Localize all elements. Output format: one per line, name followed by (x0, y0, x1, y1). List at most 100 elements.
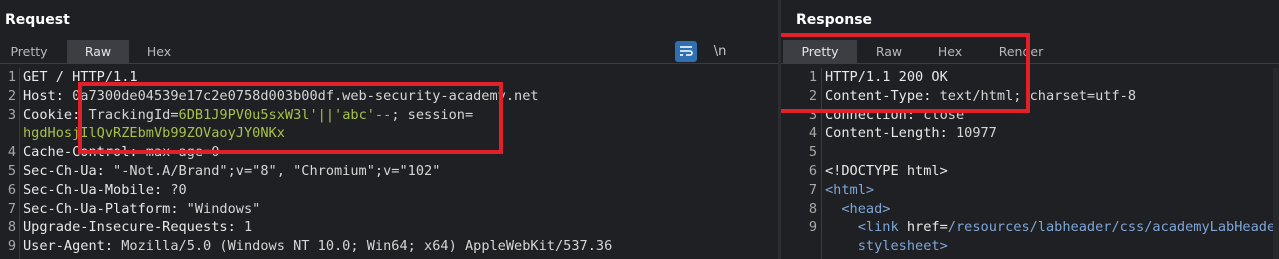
header-name: Upgrade-Insecure-Requests: (23, 219, 236, 236)
code-line: 3 Cookie: TrackingId=6DB1J9PV0u5sxW3l'||'… (0, 106, 778, 125)
line-number: 5 (7, 162, 16, 179)
code-line: 4 Cache-Control: max-age=0 (0, 143, 778, 162)
cookie-value: hgdHosjIlQvRZEbmVb99ZOVaoyJY0NKx (23, 125, 285, 142)
header-name: User-Agent: (23, 238, 114, 255)
code-line: 4 Content-Length: 10977 (781, 124, 1279, 143)
line-number: 8 (808, 200, 817, 217)
tab-pretty[interactable]: Pretty (0, 40, 58, 64)
html-tag: <head> (841, 200, 891, 217)
wrap-lines-icon[interactable] (675, 41, 697, 62)
header-name: Content-Length: (825, 125, 948, 142)
html-attr-value: /resources/labheader/css/academyLabHeade… (947, 219, 1279, 236)
line-content: <html> (825, 181, 874, 200)
header-value: 1 (235, 219, 253, 236)
code-line: 1 GET / HTTP/1.1 (0, 68, 778, 87)
line-content: Sec-Ch-Ua-Mobile: ?0 (23, 181, 187, 200)
line-content: <link href=/resources/labheader/css/acad… (825, 218, 1279, 237)
header-value: 0a7300de04539e17c2e0758d003b00df.web-sec… (63, 87, 539, 104)
line-number: 2 (7, 87, 16, 104)
request-title: Request (5, 12, 70, 28)
header-value-tail: ; session= (391, 106, 474, 123)
line-number: 9 (7, 238, 16, 255)
response-title: Response (796, 12, 873, 28)
line-text: GET / HTTP/1.1 (23, 69, 138, 85)
line-number: 4 (7, 144, 16, 161)
header-value: "Windows" (178, 200, 261, 217)
code-line: 1 HTTP/1.1 200 OK (781, 68, 1279, 87)
line-content: GET / HTTP/1.1 (23, 68, 138, 87)
header-name: Sec-Ch-Ua-Mobile: (23, 181, 163, 198)
request-tabbar: Pretty Raw Hex (0, 40, 778, 64)
code-line: 6 <!DOCTYPE html> (781, 162, 1279, 181)
header-name: Content-Type: (825, 87, 932, 104)
header-name: Cache-Control: (23, 144, 138, 161)
html-attr: href= (898, 219, 948, 236)
code-line: 7 <html> (781, 181, 1279, 200)
line-number: 8 (7, 219, 16, 236)
request-editor[interactable]: 1 GET / HTTP/1.1 2 Host: 0a7300de04539e17c2… (0, 68, 778, 259)
html-tag: <link (857, 219, 899, 236)
line-content: Connection: close (825, 106, 964, 125)
code-line: hgdHosjIlQvRZEbmVb99ZOVaoyJY0NKx (0, 124, 778, 143)
header-value: text/html; charset=utf-8 (931, 87, 1137, 104)
line-text: HTTP/1.1 200 OK (825, 69, 948, 85)
header-value: close (915, 106, 965, 123)
line-number: 1 (808, 69, 817, 85)
line-content: Content-Length: 10977 (825, 124, 997, 143)
line-text: <!DOCTYPE html> (825, 162, 948, 179)
line-number: 7 (7, 200, 16, 217)
code-line: 9 <link href=/resources/labheader/css/ac… (781, 218, 1279, 237)
tab-pretty[interactable]: Pretty (783, 40, 857, 64)
header-value: Mozilla/5.0 (Windows NT 10.0; Win64; x64… (113, 238, 613, 255)
header-value: max-age=0 (137, 144, 220, 161)
tab-raw[interactable]: Raw (859, 40, 919, 64)
line-content: HTTP/1.1 200 OK (825, 68, 948, 87)
show-newlines-button[interactable]: \n (709, 41, 731, 62)
code-line: 9 User-Agent: Mozilla/5.0 (Windows NT 10.… (0, 237, 778, 256)
tab-raw[interactable]: Raw (67, 40, 129, 64)
line-content: Upgrade-Insecure-Requests: 1 (23, 218, 252, 237)
code-line: 2 Host: 0a7300de04539e17c2e0758d003b00df.… (0, 87, 778, 106)
code-line: 6 Sec-Ch-Ua-Mobile: ?0 (0, 181, 778, 200)
line-content: hgdHosjIlQvRZEbmVb99ZOVaoyJY0NKx (23, 124, 285, 143)
code-line: 2 Content-Type: text/html; charset=utf-8 (781, 87, 1279, 106)
line-content: Host: 0a7300de04539e17c2e0758d003b00df.w… (23, 87, 539, 106)
code-line: stylesheet> (781, 237, 1279, 256)
request-pane: Request Pretty Raw Hex \n 1 GET / HTTP/1.… (0, 0, 778, 259)
code-line: 7 Sec-Ch-Ua-Platform: "Windows" (0, 200, 778, 219)
response-editor[interactable]: 1 HTTP/1.1 200 OK 2 Content-Type: text/html… (781, 68, 1279, 259)
line-number: 4 (808, 125, 817, 142)
header-name: Connection: (825, 106, 916, 123)
header-name: Sec-Ch-Ua-Platform: (23, 200, 179, 217)
line-content: Sec-Ch-Ua-Platform: "Windows" (23, 200, 260, 219)
tab-hex[interactable]: Hex (921, 40, 979, 64)
header-name: Cookie: (23, 106, 81, 123)
header-value: ?0 (162, 181, 187, 198)
line-content: Sec-Ch-Ua: "-Not.A/Brand";v="8", "Chromi… (23, 162, 440, 181)
header-value: TrackingId= (80, 106, 179, 123)
line-content: Cache-Control: max-age=0 (23, 143, 219, 162)
code-line: 8 Upgrade-Insecure-Requests: 1 (0, 218, 778, 237)
scrollbar[interactable] (1273, 68, 1279, 259)
code-line: 3 Connection: close (781, 106, 1279, 125)
header-value: "-Not.A/Brand";v="8", "Chromium";v="102" (104, 162, 441, 179)
line-number: 1 (7, 69, 16, 85)
line-content: Content-Type: text/html; charset=utf-8 (825, 87, 1136, 106)
line-number: 6 (808, 162, 817, 179)
line-content: <!DOCTYPE html> (825, 162, 948, 181)
code-line: 5 (781, 143, 1279, 162)
line-number: 3 (7, 106, 16, 123)
code-line: 8 <head> (781, 200, 1279, 219)
line-content: User-Agent: Mozilla/5.0 (Windows NT 10.0… (23, 237, 612, 256)
line-content: stylesheet> (825, 237, 948, 256)
tab-render[interactable]: Render (986, 40, 1056, 64)
html-attr-value: stylesheet> (857, 238, 948, 255)
tab-hex[interactable]: Hex (130, 40, 188, 64)
line-number: 5 (808, 144, 817, 161)
cookie-value: 6DB1J9PV0u5sxW3l'||'abc'-- (178, 106, 392, 123)
header-value: 10977 (947, 125, 997, 142)
header-name: Sec-Ch-Ua: (23, 162, 105, 179)
